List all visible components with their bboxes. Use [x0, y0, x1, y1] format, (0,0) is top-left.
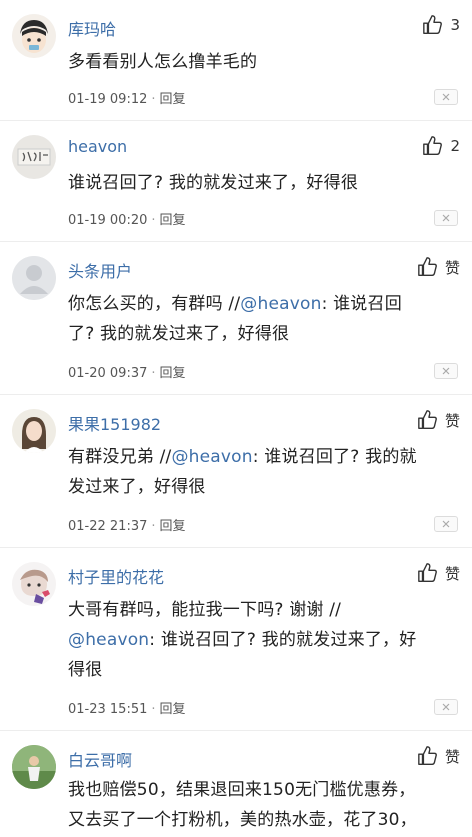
- like-button[interactable]: 赞: [417, 745, 460, 767]
- comment-text: 多看看别人怎么撸羊毛的: [68, 47, 450, 77]
- comment-text-line: 得很: [68, 655, 450, 685]
- like-label: 赞: [444, 747, 460, 766]
- reply-button[interactable]: 回复: [160, 213, 186, 228]
- thumbs-up-icon: [423, 136, 443, 155]
- comment-text-line: 发过来了，好得很: [68, 472, 450, 502]
- like-label: 赞: [444, 411, 460, 430]
- timestamp: 01-22 21:37: [68, 519, 148, 534]
- comment-meta: 01-19 00:20 · 回复: [68, 209, 186, 228]
- like-button[interactable]: 3: [422, 14, 460, 36]
- comment-text-line: 谁说召回了? 我的就发过来了，好得很: [68, 173, 359, 193]
- username[interactable]: 村子里的花花: [68, 564, 164, 588]
- comment-item: 白云哥啊 赞 我也赔偿50，结果退回来150无门槛优惠券， 又去买了一个打粉机，…: [0, 731, 472, 837]
- thumbs-up-icon: [418, 563, 437, 582]
- comment-item: 库玛哈 3 多看看别人怎么撸羊毛的 01-19 09:12 · 回复: [0, 0, 472, 121]
- comment-meta: 01-22 21:37 · 回复: [68, 515, 186, 534]
- separator-dot: ·: [151, 92, 156, 107]
- dismiss-button[interactable]: [434, 363, 458, 379]
- timestamp: 01-20 09:37: [68, 366, 148, 381]
- text-segment: : 谁说召回了? 我的就: [252, 447, 417, 467]
- separator-dot: ·: [151, 702, 156, 717]
- comment-text-line: 你怎么买的，有群吗 //@heavon: 谁说召回: [68, 289, 450, 319]
- thumbs-up-icon: [418, 746, 437, 765]
- comment-text-line: 多看看别人怎么撸羊毛的: [68, 52, 258, 72]
- text-segment: 大哥有群吗，能拉我一下吗? 谢谢 //: [68, 600, 342, 620]
- separator-dot: ·: [151, 519, 156, 534]
- comment-text: 大哥有群吗，能拉我一下吗? 谢谢 // @heavon: 谁说召回了? 我的就发…: [68, 595, 450, 685]
- comment-meta: 01-19 09:12 · 回复: [68, 88, 186, 107]
- timestamp: 01-19 09:12: [68, 92, 148, 107]
- reply-button[interactable]: 回复: [160, 519, 186, 534]
- separator-dot: ·: [151, 366, 156, 381]
- close-icon: [442, 214, 450, 222]
- text-segment: 得很: [68, 660, 103, 680]
- comment-text-line: @heavon: 谁说召回了? 我的就发过来了，好: [68, 625, 450, 655]
- close-icon: [442, 367, 450, 375]
- comment-text-line: 又去买了一个打粉机，美的热水壶，花了30，: [68, 810, 417, 830]
- like-button[interactable]: 2: [422, 135, 460, 157]
- comment-item: heavon 2 谁说召回了? 我的就发过来了，好得很 01-19 00:20 ·…: [0, 121, 472, 242]
- thumbs-up-icon: [418, 257, 437, 276]
- comment-text-line: 大哥有群吗，能拉我一下吗? 谢谢 //: [68, 595, 450, 625]
- like-label: 赞: [444, 564, 460, 583]
- dismiss-button[interactable]: [434, 516, 458, 532]
- avatar[interactable]: [12, 14, 56, 58]
- close-icon: [442, 520, 450, 528]
- thumbs-up-icon: [418, 410, 437, 429]
- text-segment: 了? 我的就发过来了，好得很: [68, 324, 290, 344]
- comment-item: 果果151982 赞 有群没兄弟 //@heavon: 谁说召回了? 我的就 发…: [0, 395, 472, 548]
- avatar[interactable]: [12, 745, 56, 789]
- comment-text-line: 了? 我的就发过来了，好得很: [68, 319, 450, 349]
- comment-text-line: 我也赔偿50，结果退回来150无门槛优惠券，: [68, 780, 416, 800]
- comment-text: 你怎么买的，有群吗 //@heavon: 谁说召回 了? 我的就发过来了，好得很: [68, 289, 450, 349]
- timestamp: 01-23 15:51: [68, 702, 148, 717]
- close-icon: [442, 703, 450, 711]
- avatar[interactable]: [12, 562, 56, 606]
- username[interactable]: 果果151982: [68, 411, 161, 435]
- timestamp: 01-19 00:20: [68, 213, 148, 228]
- text-segment: 你怎么买的，有群吗 //: [68, 294, 241, 314]
- close-icon: [442, 93, 450, 101]
- mention-link[interactable]: @heavon: [68, 630, 149, 650]
- username[interactable]: 头条用户: [68, 258, 132, 282]
- like-count: 3: [450, 16, 460, 34]
- mention-link[interactable]: @heavon: [171, 447, 252, 467]
- reply-button[interactable]: 回复: [160, 702, 186, 717]
- reply-button[interactable]: 回复: [160, 366, 186, 381]
- reply-button[interactable]: 回复: [160, 92, 186, 107]
- username[interactable]: heavon: [68, 137, 127, 156]
- avatar[interactable]: [12, 135, 56, 179]
- like-button[interactable]: 赞: [417, 409, 460, 431]
- text-segment: 发过来了，好得很: [68, 477, 206, 497]
- text-segment: : 谁说召回了? 我的就发过来了，好: [149, 630, 417, 650]
- dismiss-button[interactable]: [434, 89, 458, 105]
- text-segment: 有群没兄弟 //: [68, 447, 172, 467]
- thumbs-up-icon: [423, 15, 443, 34]
- separator-dot: ·: [151, 213, 156, 228]
- avatar[interactable]: [12, 409, 56, 453]
- dismiss-button[interactable]: [434, 699, 458, 715]
- username[interactable]: 库玛哈: [68, 16, 116, 40]
- like-count: 2: [450, 137, 460, 155]
- dismiss-button[interactable]: [434, 210, 458, 226]
- username[interactable]: 白云哥啊: [68, 747, 132, 771]
- comment-text-line: 有群没兄弟 //@heavon: 谁说召回了? 我的就: [68, 442, 450, 472]
- comment-text: 谁说召回了? 我的就发过来了，好得很: [68, 168, 450, 198]
- like-label: 赞: [444, 258, 460, 277]
- comment-item: 村子里的花花 赞 大哥有群吗，能拉我一下吗? 谢谢 // @heavon: 谁说…: [0, 548, 472, 731]
- like-button[interactable]: 赞: [417, 562, 460, 584]
- mention-link[interactable]: @heavon: [240, 294, 321, 314]
- text-segment: : 谁说召回: [321, 294, 402, 314]
- comment-item: 头条用户 赞 你怎么买的，有群吗 //@heavon: 谁说召回 了? 我的就发…: [0, 242, 472, 395]
- avatar[interactable]: [12, 256, 56, 300]
- like-button[interactable]: 赞: [417, 256, 460, 278]
- comment-text: 我也赔偿50，结果退回来150无门槛优惠券， 又去买了一个打粉机，美的热水壶，花…: [68, 775, 450, 835]
- comment-meta: 01-20 09:37 · 回复: [68, 362, 186, 381]
- comment-meta: 01-23 15:51 · 回复: [68, 698, 186, 717]
- comment-text: 有群没兄弟 //@heavon: 谁说召回了? 我的就 发过来了，好得很: [68, 442, 450, 502]
